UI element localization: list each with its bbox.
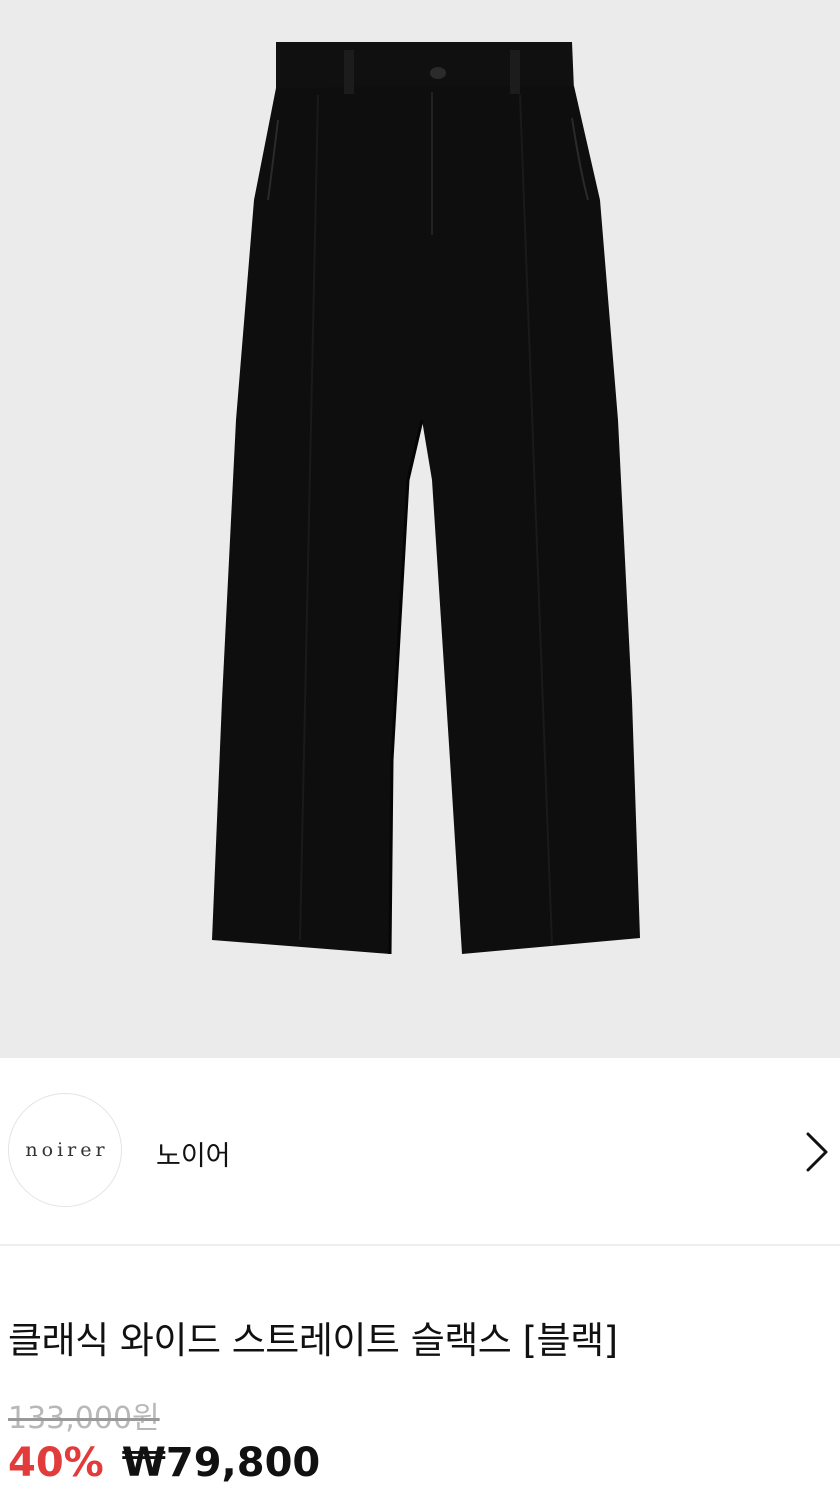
original-price: 133,000원 [8, 1401, 160, 1436]
trousers-illustration [212, 42, 640, 955]
discount-rate: 40% [8, 1440, 104, 1486]
product-title: 클래식 와이드 스트레이트 슬랙스 [블랙] [8, 1319, 618, 1362]
sale-price: ₩79,800 [121, 1440, 321, 1486]
brand-row[interactable]: noirer 노이어 [0, 1058, 840, 1244]
brand-name[interactable]: 노이어 [156, 1134, 231, 1173]
product-image[interactable] [0, 0, 840, 1058]
chevron-right-icon[interactable] [798, 1130, 838, 1174]
brand-logo[interactable]: noirer [8, 1093, 122, 1207]
divider [0, 1244, 840, 1246]
price-row: 40% ₩79,800 [8, 1440, 320, 1486]
brand-logo-text: noirer [25, 1139, 109, 1161]
